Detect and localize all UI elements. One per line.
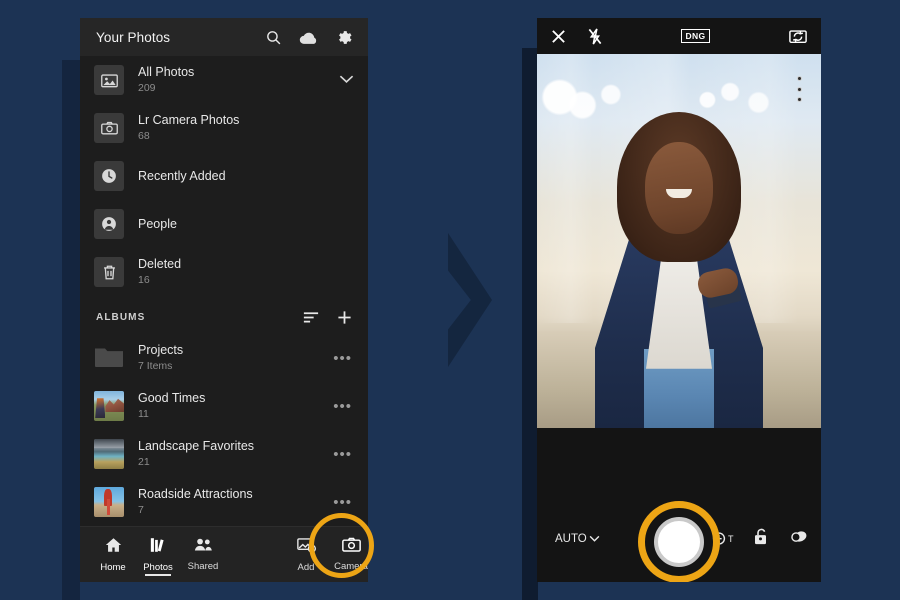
sidebar-item-all-photos[interactable]: All Photos 209 — [80, 56, 368, 104]
cloud-icon[interactable] — [299, 30, 318, 45]
album-count: 21 — [138, 456, 150, 468]
album-name: Landscape Favorites — [138, 439, 255, 453]
album-thumbnail — [94, 487, 124, 517]
camera-controls-row: AUTO T — [537, 496, 821, 582]
sidebar-scroll-area[interactable]: All Photos 209 Lr Camera Photos 68 Recen… — [80, 56, 368, 540]
background-strip-right — [522, 48, 538, 600]
album-count: 7 Items — [138, 360, 173, 372]
album-name: Good Times — [138, 391, 206, 405]
clock-icon — [94, 161, 124, 191]
sidebar-item-count: 209 — [138, 82, 156, 94]
search-icon[interactable] — [265, 29, 282, 46]
sidebar-item-label: People — [138, 216, 177, 231]
album-row-landscape-favorites[interactable]: Landscape Favorites 21 ••• — [80, 430, 368, 478]
unlock-padlock-icon — [753, 528, 769, 550]
camera-icon — [94, 113, 124, 143]
sidebar-item-deleted[interactable]: Deleted 16 — [80, 248, 368, 296]
tab-photos[interactable]: Photos — [141, 527, 175, 583]
home-icon — [105, 537, 122, 558]
album-thumbnail — [94, 391, 124, 421]
sidebar-item-label: Recently Added — [138, 168, 226, 183]
camera-topbar: DNG — [537, 18, 821, 54]
tab-label: Add — [297, 561, 315, 573]
preset-button[interactable] — [789, 529, 808, 549]
tab-label: Photos — [143, 561, 173, 573]
sidebar-item-count: 16 — [138, 274, 150, 286]
camera-tab-highlight-ring — [309, 513, 374, 578]
album-name: Roadside Attractions — [138, 487, 253, 501]
sidebar-item-lr-camera-photos[interactable]: Lr Camera Photos 68 — [80, 104, 368, 152]
level-indicator-icon — [796, 76, 802, 102]
album-more-options-icon[interactable]: ••• — [333, 446, 354, 463]
shutter-highlight-ring — [638, 501, 720, 582]
flash-off-icon[interactable] — [588, 28, 602, 45]
photos-app-panel: Your Photos All Photos 209 Lr Camera Pho… — [80, 18, 368, 582]
subject-portrait — [584, 99, 774, 428]
album-more-options-icon[interactable]: ••• — [333, 494, 354, 511]
album-name: Projects — [138, 343, 184, 357]
folder-icon — [94, 343, 124, 373]
page-title: Your Photos — [96, 29, 171, 45]
albums-section-title: ALBUMS — [96, 311, 146, 323]
camera-app-panel: DNG AUTO T — [537, 18, 821, 582]
trash-icon — [94, 257, 124, 287]
people-icon — [194, 537, 213, 557]
background-strip-left — [62, 60, 80, 600]
exposure-lock-button[interactable] — [753, 528, 769, 551]
camera-flip-icon[interactable] — [789, 28, 807, 44]
plus-icon[interactable] — [337, 310, 352, 325]
album-count: 11 — [138, 408, 149, 420]
settings-gear-icon[interactable] — [335, 29, 352, 46]
tab-label: Shared — [187, 561, 219, 572]
person-icon — [94, 209, 124, 239]
album-more-options-icon[interactable]: ••• — [333, 398, 354, 415]
chevron-down-icon — [589, 533, 600, 545]
sidebar-item-recently-added[interactable]: Recently Added — [80, 152, 368, 200]
books-icon — [150, 537, 167, 558]
tab-shared[interactable]: Shared — [186, 527, 220, 583]
auto-mode-button[interactable]: AUTO — [555, 533, 600, 545]
tab-label: Home — [100, 561, 126, 573]
sidebar-item-label: Lr Camera Photos — [138, 113, 240, 127]
preset-exposure-icon — [789, 531, 808, 548]
album-more-options-icon[interactable]: ••• — [333, 350, 354, 367]
camera-viewfinder[interactable] — [537, 54, 821, 428]
sort-lines-icon[interactable] — [303, 311, 319, 324]
timer-label: T — [728, 534, 734, 544]
sidebar-item-people[interactable]: People — [80, 200, 368, 248]
chevron-down-icon[interactable] — [339, 71, 354, 89]
auto-mode-label: AUTO — [555, 533, 587, 545]
camera-controls-area: AUTO T — [537, 428, 821, 582]
sidebar-item-label: All Photos — [138, 65, 195, 79]
chevron-right-arrow-icon — [448, 233, 492, 367]
albums-section-header: ALBUMS — [80, 300, 368, 334]
album-count: 7 — [138, 504, 144, 516]
app-header: Your Photos — [80, 18, 368, 56]
dng-format-badge[interactable]: DNG — [681, 29, 710, 43]
album-row-good-times[interactable]: Good Times 11 ••• — [80, 382, 368, 430]
photo-library-icon — [94, 65, 124, 95]
close-x-icon[interactable] — [551, 29, 566, 44]
sidebar-item-label: Deleted — [138, 257, 182, 271]
tab-home[interactable]: Home — [96, 527, 130, 583]
active-tab-indicator — [145, 573, 171, 576]
sidebar-item-count: 68 — [138, 130, 150, 142]
album-thumbnail — [94, 439, 124, 469]
album-row-projects[interactable]: Projects 7 Items ••• — [80, 334, 368, 382]
